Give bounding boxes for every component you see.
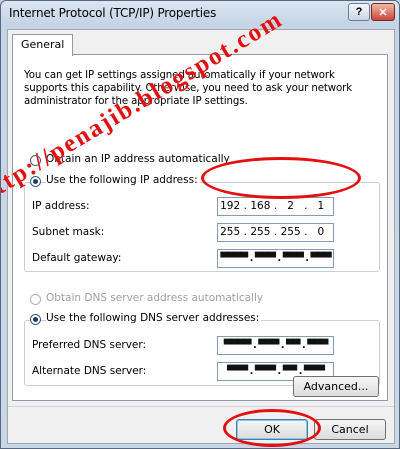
general-tab-panel: You can get IP settings assigned automat…: [12, 54, 388, 401]
subnet-octet-1: 255: [220, 226, 241, 238]
default-gateway-label: Default gateway:: [32, 252, 122, 264]
title-bar[interactable]: Internet Protocol (TCP/IP) Properties ? …: [1, 1, 399, 27]
ip-address-input[interactable]: 192. 168. 2. 1: [217, 197, 334, 216]
window-title: Internet Protocol (TCP/IP) Properties: [9, 6, 217, 20]
ip-octet-1: 192: [220, 200, 241, 212]
default-gateway-input[interactable]: ▀▀▀▀ . ▀▀▀ . ▀▀▀ . ▀▀▀: [217, 249, 334, 268]
preferred-dns-label: Preferred DNS server:: [32, 339, 147, 351]
help-button[interactable]: ?: [348, 3, 370, 21]
gateway-redacted-value: ▀▀▀▀ . ▀▀▀ . ▀▀▀ . ▀▀▀: [220, 253, 331, 264]
use-following-dns-label[interactable]: Use the following DNS server addresses:: [46, 312, 262, 324]
alternate-dns-label: Alternate DNS server:: [32, 365, 147, 377]
close-button[interactable]: ✕: [371, 3, 395, 21]
subnet-octet-4: 0: [317, 226, 325, 238]
obtain-dns-auto-radio[interactable]: [30, 294, 41, 305]
dialog-client: General You can get IP settings assigned…: [7, 29, 395, 444]
ip-highlight-circle: [201, 157, 361, 199]
ip-address-label: IP address:: [32, 200, 90, 212]
ip-octet-2: 168: [250, 200, 271, 212]
cancel-button[interactable]: Cancel: [314, 419, 386, 440]
subnet-octet-2: 255: [250, 226, 271, 238]
advanced-button[interactable]: Advanced...: [293, 376, 379, 397]
dialog-window: Internet Protocol (TCP/IP) Properties ? …: [0, 0, 400, 449]
ip-octet-3: 2: [287, 200, 294, 212]
subnet-mask-input[interactable]: 255. 255. 255. 0: [217, 223, 334, 242]
use-following-dns-radio[interactable]: [30, 314, 41, 325]
use-following-ip-label[interactable]: Use the following IP address:: [46, 174, 200, 186]
tab-general[interactable]: General: [12, 34, 74, 56]
preferred-dns-redacted-value: ▀▀▀▀ . ▀▀▀ . ▀▀ . ▀▀▀: [223, 340, 329, 351]
footer-divider: [8, 406, 394, 407]
ip-octet-4: 1: [317, 200, 325, 212]
subnet-octet-3: 255: [280, 226, 301, 238]
obtain-dns-auto-label[interactable]: Obtain DNS server address automatically: [46, 292, 266, 304]
close-icon: ✕: [378, 6, 388, 19]
subnet-mask-label: Subnet mask:: [32, 226, 105, 238]
help-icon: ?: [355, 6, 363, 18]
preferred-dns-input[interactable]: ▀▀▀▀ . ▀▀▀ . ▀▀ . ▀▀▀: [217, 336, 334, 355]
ok-highlight-circle: [223, 409, 321, 447]
